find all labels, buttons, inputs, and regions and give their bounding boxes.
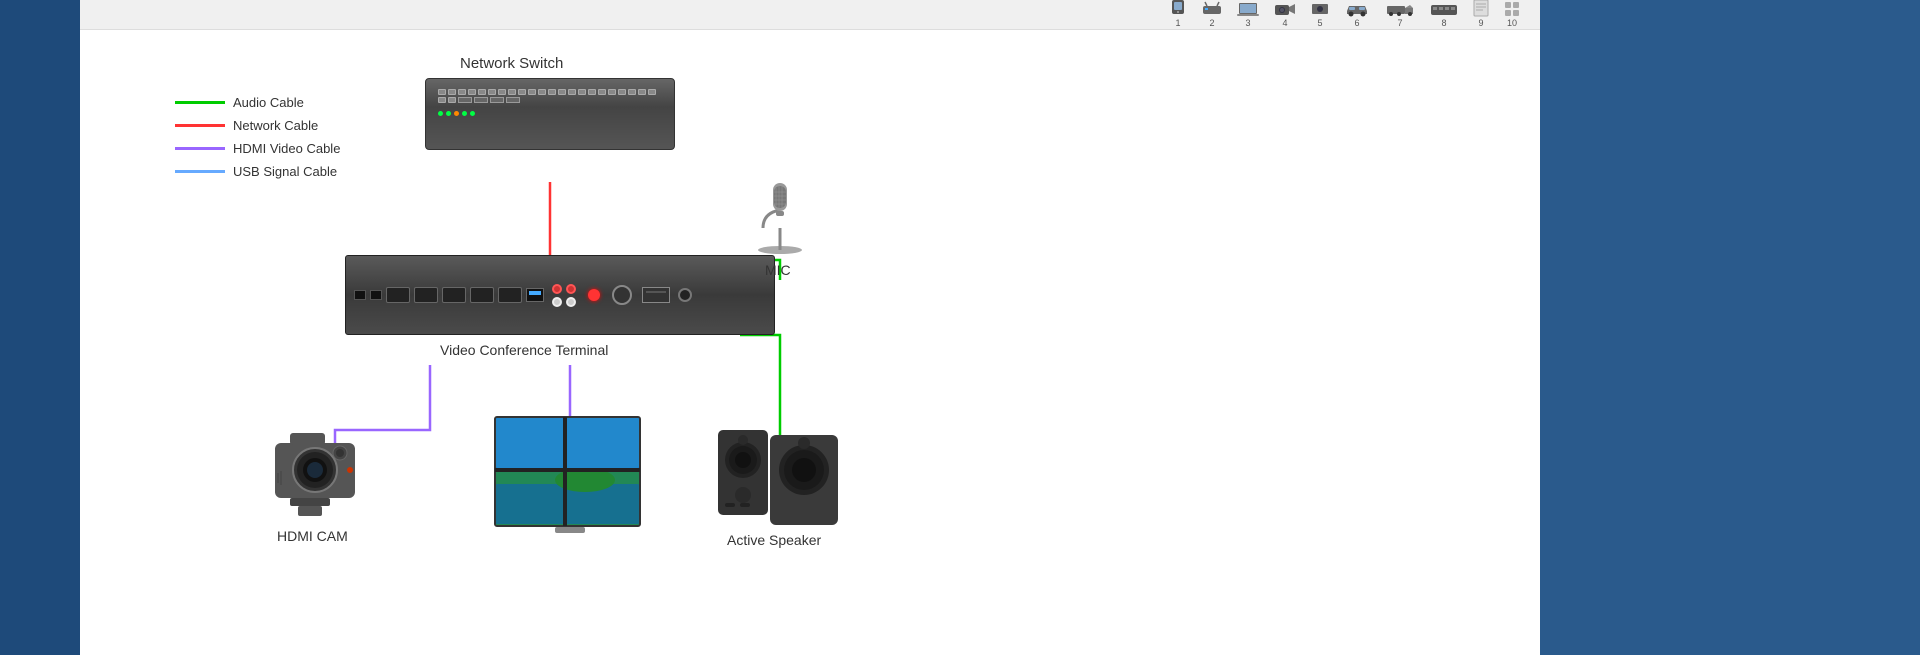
nav-device-4[interactable]: 4 (1274, 1, 1296, 28)
ns-port (448, 89, 456, 95)
nav-device-2[interactable]: 2 (1202, 1, 1222, 28)
nav-num-1: 1 (1175, 18, 1180, 28)
right-sidebar (1540, 0, 1920, 655)
cam-label: HDMI CAM (277, 528, 348, 544)
legend-usb: USB Signal Cable (175, 164, 340, 179)
ns-port (488, 89, 496, 95)
legend-hdmi: HDMI Video Cable (175, 141, 340, 156)
nav-device-8[interactable]: 8 (1430, 1, 1458, 28)
main-content: 1 2 3 4 5 (80, 0, 1540, 655)
vct-rca-port (552, 284, 562, 294)
vct-audio-port (612, 285, 632, 305)
nav-device-5[interactable]: 5 (1311, 1, 1329, 28)
nav-num-4: 4 (1282, 18, 1287, 28)
mic-label: MIC (765, 262, 791, 278)
nav-device-9[interactable]: 9 (1473, 0, 1489, 28)
legend-network: Network Cable (175, 118, 340, 133)
network-cable-label: Network Cable (233, 118, 318, 133)
usb-cable-label: USB Signal Cable (233, 164, 337, 179)
ns-led (462, 111, 467, 116)
nav-num-5: 5 (1317, 18, 1322, 28)
ns-led (454, 111, 459, 116)
ns-port (598, 89, 606, 95)
vct-rca-port (566, 297, 576, 307)
ns-port (628, 89, 636, 95)
display-device (490, 412, 650, 542)
left-sidebar (0, 0, 80, 655)
ns-port (618, 89, 626, 95)
mic-device (735, 168, 825, 263)
usb-cable-line (175, 170, 225, 173)
nav-num-2: 2 (1209, 18, 1214, 28)
legend-audio: Audio Cable (175, 95, 340, 110)
vct-hdmi-port (386, 287, 410, 303)
ns-port (518, 89, 526, 95)
audio-cable-line (175, 101, 225, 104)
ns-port (528, 89, 536, 95)
ns-sfp-port (458, 97, 472, 103)
vct-device (345, 255, 775, 335)
ns-led (470, 111, 475, 116)
vct-rca-port (566, 284, 576, 294)
ns-port (468, 89, 476, 95)
ns-port (588, 89, 596, 95)
ns-port (538, 89, 546, 95)
nav-num-10: 10 (1507, 18, 1517, 28)
ns-sfp-port (474, 97, 488, 103)
ns-led (438, 111, 443, 116)
vct-hdmi-port (498, 287, 522, 303)
ns-port (508, 89, 516, 95)
ns-port (638, 89, 646, 95)
vct-network-port (526, 288, 544, 302)
ns-port (568, 89, 576, 95)
ns-port (498, 89, 506, 95)
ns-port (458, 89, 466, 95)
nav-num-3: 3 (1245, 18, 1250, 28)
speaker-device (715, 425, 845, 535)
ns-port (548, 89, 556, 95)
nav-num-6: 6 (1354, 18, 1359, 28)
nav-device-3[interactable]: 3 (1237, 1, 1259, 28)
ns-port (578, 89, 586, 95)
ns-port (648, 89, 656, 95)
ns-port (448, 97, 456, 103)
vct-hdmi-port (470, 287, 494, 303)
nav-device-7[interactable]: 7 (1385, 1, 1415, 28)
hdmi-cable-line (175, 147, 225, 150)
network-switch-device (425, 78, 675, 150)
audio-cable-label: Audio Cable (233, 95, 304, 110)
ns-port (558, 89, 566, 95)
vct-usb-port (354, 290, 366, 300)
network-switch-label: Network Switch (460, 55, 563, 72)
nav-num-8: 8 (1441, 18, 1446, 28)
ns-port (438, 97, 446, 103)
legend: Audio Cable Network Cable HDMI Video Cab… (175, 95, 340, 187)
ns-port (438, 89, 446, 95)
vct-hdmi-port (442, 287, 466, 303)
hdmi-cable-label: HDMI Video Cable (233, 141, 340, 156)
ns-led (446, 111, 451, 116)
vct-hdmi-port (414, 287, 438, 303)
cam-device (270, 418, 390, 528)
nav-num-7: 7 (1397, 18, 1402, 28)
vct-label: Video Conference Terminal (440, 342, 608, 358)
nav-device-6[interactable]: 6 (1344, 1, 1370, 28)
vct-usb-port (370, 290, 382, 300)
top-device-bar: 1 2 3 4 5 (80, 0, 1540, 30)
ns-sfp-port (506, 97, 520, 103)
network-cable-line (175, 124, 225, 127)
vct-vga-port (642, 287, 670, 303)
ns-port (608, 89, 616, 95)
vct-rca-port (552, 297, 562, 307)
nav-num-9: 9 (1478, 18, 1483, 28)
ns-port (478, 89, 486, 95)
nav-device-10[interactable]: 10 (1504, 1, 1520, 28)
speaker-label: Active Speaker (727, 532, 821, 548)
nav-device-1[interactable]: 1 (1169, 0, 1187, 28)
vct-power-port (678, 288, 692, 302)
vct-power-led (588, 289, 600, 301)
ns-sfp-port (490, 97, 504, 103)
